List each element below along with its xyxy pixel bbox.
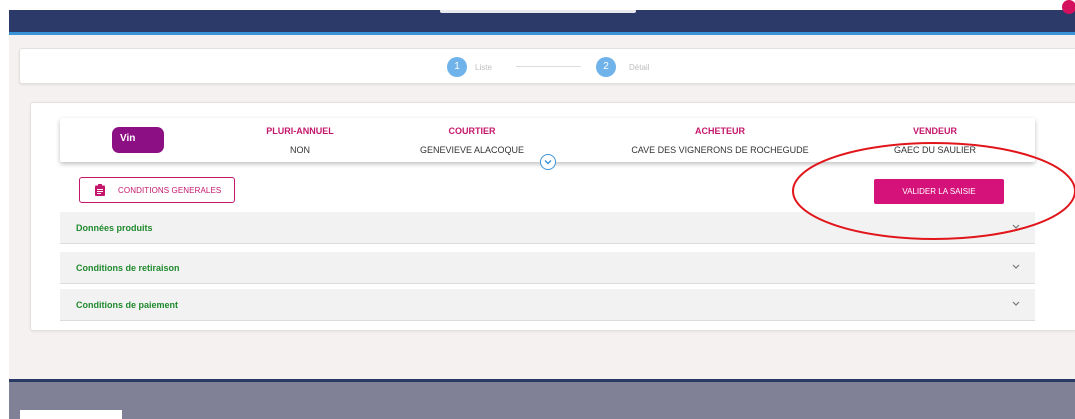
step-2-circle[interactable]: 2 bbox=[596, 57, 616, 77]
column-value: GENEVIEVE ALACOQUE bbox=[419, 145, 525, 155]
column-value: CAVE DES VIGNERONS DE ROCHEGUDE bbox=[631, 145, 809, 155]
accordion-donnees-produits[interactable]: Données produits bbox=[60, 212, 1035, 244]
column-header: ACHETEUR bbox=[694, 126, 745, 136]
conditions-generales-button[interactable]: CONDITIONS GENERALES bbox=[79, 177, 235, 203]
accordion-label: Données produits bbox=[76, 223, 153, 233]
column-courtier: COURTIER GENEVIEVE ALACOQUE bbox=[402, 126, 542, 155]
column-value: NON bbox=[290, 145, 310, 155]
stepper: 1 Liste 2 Détail bbox=[19, 48, 1075, 84]
column-acheteur: ACHETEUR CAVE DES VIGNERONS DE ROCHEGUDE bbox=[620, 126, 820, 155]
notification-dot[interactable] bbox=[1062, 0, 1075, 14]
chevron-down-icon bbox=[544, 160, 552, 165]
contract-type-badge: Vin bbox=[112, 127, 164, 153]
footer-border bbox=[9, 379, 1075, 382]
accordion-label: Conditions de paiement bbox=[76, 300, 179, 310]
app-header bbox=[9, 10, 1075, 34]
expand-summary-button[interactable] bbox=[540, 154, 556, 170]
step-1-circle[interactable]: 1 bbox=[447, 57, 467, 77]
column-vendeur: VENDEUR GAEC DU SAULIER bbox=[875, 126, 995, 155]
accordion-conditions-retiraison[interactable]: Conditions de retiraison bbox=[60, 252, 1035, 284]
page-footer bbox=[9, 380, 1075, 419]
step-2-label[interactable]: Détail bbox=[629, 63, 649, 72]
chevron-down-icon bbox=[1012, 264, 1020, 269]
conditions-generales-label: CONDITIONS GENERALES bbox=[118, 186, 222, 195]
chevron-down-icon bbox=[1012, 224, 1020, 229]
header-search-strip[interactable] bbox=[440, 10, 636, 13]
column-pluri-annuel: PLURI-ANNUEL NON bbox=[250, 126, 350, 155]
validate-entry-button[interactable]: VALIDER LA SAISIE bbox=[874, 179, 1004, 204]
accordion-conditions-paiement[interactable]: Conditions de paiement bbox=[60, 289, 1035, 321]
chevron-down-icon bbox=[1012, 301, 1020, 306]
column-header: PLURI-ANNUEL bbox=[266, 126, 334, 136]
clipboard-icon bbox=[95, 184, 105, 196]
step-1-label[interactable]: Liste bbox=[475, 63, 492, 72]
column-header: VENDEUR bbox=[912, 126, 957, 136]
column-header: COURTIER bbox=[448, 126, 496, 136]
stepper-connector bbox=[516, 66, 581, 67]
footer-logo-box bbox=[20, 410, 122, 419]
accordion-label: Conditions de retiraison bbox=[76, 263, 180, 273]
column-value: GAEC DU SAULIER bbox=[893, 145, 977, 155]
